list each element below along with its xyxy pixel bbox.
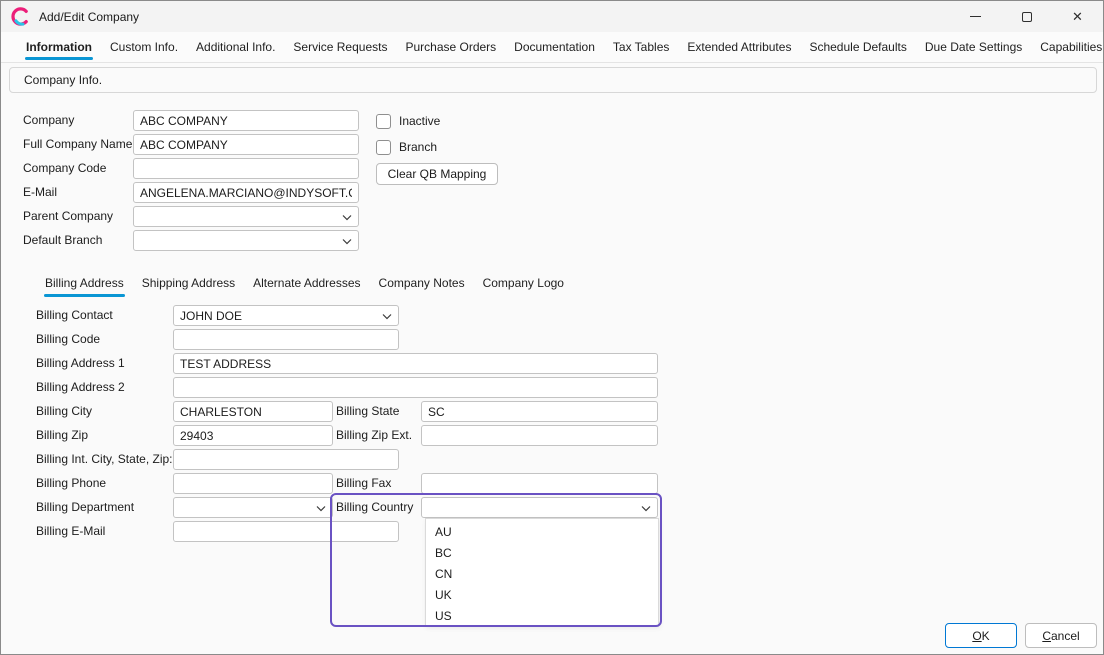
billing-email-input[interactable]: [173, 521, 399, 542]
billing-zip-label: Billing Zip: [36, 425, 88, 446]
billing-zip-ext-label: Billing Zip Ext.: [336, 425, 412, 446]
chevron-down-icon: [382, 313, 392, 320]
ok-button[interactable]: OK: [945, 623, 1017, 648]
cancel-button-accel: C: [1042, 629, 1051, 643]
billing-zip-ext-input[interactable]: [421, 425, 658, 446]
inactive-label: Inactive: [399, 111, 440, 132]
tab-information[interactable]: Information: [17, 32, 101, 62]
company-label: Company: [23, 110, 74, 131]
company-code-input[interactable]: [133, 158, 359, 179]
tab-alternate-addresses[interactable]: Alternate Addresses: [244, 271, 369, 297]
clear-qb-mapping-button[interactable]: Clear QB Mapping: [376, 163, 498, 185]
ok-button-rest: K: [982, 629, 990, 643]
tab-additional-info[interactable]: Additional Info.: [187, 32, 284, 62]
billing-contact-label: Billing Contact: [36, 305, 113, 326]
tab-billing-address[interactable]: Billing Address: [36, 271, 133, 297]
billing-city-input[interactable]: [173, 401, 333, 422]
billing-city-label: Billing City: [36, 401, 92, 422]
app-logo-icon: [11, 7, 30, 26]
maximize-icon: [1022, 12, 1032, 22]
ok-button-accel: O: [972, 629, 981, 643]
billing-phone-input[interactable]: [173, 473, 333, 494]
add-edit-company-dialog: Add/Edit Company ✕ Information Custom In…: [0, 0, 1104, 655]
billing-department-select[interactable]: [173, 497, 333, 518]
chevron-down-icon: [641, 505, 651, 512]
email-label: E-Mail: [23, 182, 57, 203]
tab-extended-attributes[interactable]: Extended Attributes: [678, 32, 800, 62]
tab-capabilities[interactable]: Capabilities: [1031, 32, 1104, 62]
close-icon: ✕: [1072, 9, 1083, 25]
billing-int-csz-input[interactable]: [173, 449, 399, 470]
minimize-button[interactable]: [950, 1, 1001, 32]
chevron-down-icon: [316, 505, 326, 512]
billing-country-dropdown-list: AU BC CN UK US: [425, 518, 659, 626]
default-branch-label: Default Branch: [23, 230, 102, 251]
billing-contact-select[interactable]: JOHN DOE: [173, 305, 399, 326]
billing-code-input[interactable]: [173, 329, 399, 350]
tab-custom-info[interactable]: Custom Info.: [101, 32, 187, 62]
billing-zip-input[interactable]: [173, 425, 333, 446]
company-input[interactable]: [133, 110, 359, 131]
parent-company-label: Parent Company: [23, 206, 113, 227]
tab-purchase-orders[interactable]: Purchase Orders: [396, 32, 505, 62]
billing-contact-value: JOHN DOE: [180, 309, 242, 323]
window-controls: ✕: [950, 1, 1103, 32]
branch-checkbox[interactable]: [376, 140, 391, 155]
billing-fax-input[interactable]: [421, 473, 658, 494]
main-tabstrip: Information Custom Info. Additional Info…: [1, 32, 1103, 63]
window-title: Add/Edit Company: [39, 10, 139, 24]
billing-address1-input[interactable]: [173, 353, 658, 374]
country-option-cn[interactable]: CN: [426, 564, 658, 585]
default-branch-select[interactable]: [133, 230, 359, 251]
billing-phone-label: Billing Phone: [36, 473, 106, 494]
inactive-checkbox[interactable]: [376, 114, 391, 129]
minimize-icon: [970, 16, 981, 17]
tab-service-requests[interactable]: Service Requests: [284, 32, 396, 62]
billing-address2-input[interactable]: [173, 377, 658, 398]
full-company-name-input[interactable]: [133, 134, 359, 155]
country-option-uk[interactable]: UK: [426, 585, 658, 606]
billing-code-label: Billing Code: [36, 329, 100, 350]
titlebar: Add/Edit Company ✕: [1, 1, 1103, 32]
country-option-us[interactable]: US: [426, 606, 658, 627]
chevron-down-icon: [342, 214, 352, 221]
address-tabstrip: Billing Address Shipping Address Alterna…: [36, 271, 573, 297]
billing-state-input[interactable]: [421, 401, 658, 422]
company-info-group: Company Info.: [9, 67, 1097, 93]
tab-tax-tables[interactable]: Tax Tables: [604, 32, 678, 62]
full-company-name-label: Full Company Name: [23, 134, 132, 155]
billing-department-label: Billing Department: [36, 497, 134, 518]
billing-email-label: Billing E-Mail: [36, 521, 105, 542]
close-button[interactable]: ✕: [1052, 1, 1103, 32]
email-input[interactable]: [133, 182, 359, 203]
tab-documentation[interactable]: Documentation: [505, 32, 604, 62]
tab-company-notes[interactable]: Company Notes: [370, 271, 474, 297]
country-option-au[interactable]: AU: [426, 522, 658, 543]
billing-country-label: Billing Country: [336, 497, 413, 518]
maximize-button[interactable]: [1001, 1, 1052, 32]
billing-fax-label: Billing Fax: [336, 473, 391, 494]
tab-shipping-address[interactable]: Shipping Address: [133, 271, 244, 297]
group-title: Company Info.: [10, 68, 1096, 92]
billing-int-csz-label: Billing Int. City, State, Zip:: [36, 449, 173, 470]
company-code-label: Company Code: [23, 158, 106, 179]
branch-label: Branch: [399, 137, 437, 158]
billing-state-label: Billing State: [336, 401, 399, 422]
parent-company-select[interactable]: [133, 206, 359, 227]
billing-address1-label: Billing Address 1: [36, 353, 125, 374]
cancel-button-rest: ancel: [1051, 629, 1080, 643]
tab-company-logo[interactable]: Company Logo: [474, 271, 573, 297]
chevron-down-icon: [342, 238, 352, 245]
cancel-button[interactable]: Cancel: [1025, 623, 1097, 648]
country-option-bc[interactable]: BC: [426, 543, 658, 564]
tab-due-date-settings[interactable]: Due Date Settings: [916, 32, 1031, 62]
tab-schedule-defaults[interactable]: Schedule Defaults: [800, 32, 915, 62]
billing-address2-label: Billing Address 2: [36, 377, 125, 398]
billing-country-select[interactable]: [421, 497, 658, 518]
